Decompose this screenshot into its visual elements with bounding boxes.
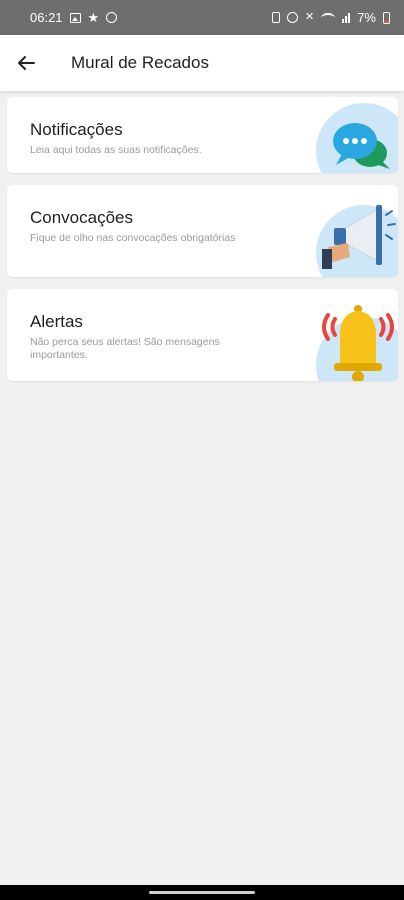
status-time: 06:21 [30,10,63,25]
chat-bubbles-icon [333,123,390,169]
navigation-bar [0,885,404,900]
card-convocacoes[interactable]: Convocações Fique de olho nas convocaçõe… [7,185,398,277]
card-list: Notificações Leia aqui todas as suas not… [7,97,398,381]
card-title: Notificações [30,120,123,139]
signal-icon [342,12,351,23]
arrow-left-icon [18,56,35,70]
card-description: Leia aqui todas as suas notificações. [30,144,202,156]
battery-percent: 7% [357,10,376,25]
star-icon: ★ [87,9,100,25]
page-title: Mural de Recados [71,53,209,72]
app-header: Mural de Recados [0,35,404,91]
card-description: Fique de olho nas convocações obrigatóri… [30,232,236,244]
card-illustration [308,289,398,381]
bell-icon [322,305,394,381]
card-title: Alertas [30,312,83,331]
home-indicator[interactable] [149,891,255,894]
card-alertas[interactable]: Alertas Não perca seus alertas! São mens… [7,289,398,381]
megaphone-icon [322,205,396,269]
mute-icon: ✕ [304,11,315,23]
battery-saver-icon [271,12,280,23]
card-text: Convocações Fique de olho nas convocaçõe… [30,207,240,245]
back-button[interactable] [0,35,52,91]
card-text: Notificações Leia aqui todas as suas not… [30,119,240,157]
status-bar-left: 06:21 ★ [30,9,118,26]
status-bar: 06:21 ★ ✕ 7% [0,0,404,35]
card-illustration [308,97,398,173]
status-bar-right: ✕ 7% [271,10,390,25]
image-icon [69,12,81,23]
card-title: Convocações [30,208,134,227]
battery-icon [383,11,390,24]
card-notificacoes[interactable]: Notificações Leia aqui todas as suas not… [7,97,398,173]
wifi-icon [321,12,336,23]
alarm-icon [286,12,298,23]
card-text: Alertas Não perca seus alertas! São mens… [30,311,240,362]
card-illustration [308,185,398,277]
whatsapp-icon [106,12,118,23]
card-description: Não perca seus alertas! São mensagens im… [30,336,220,361]
